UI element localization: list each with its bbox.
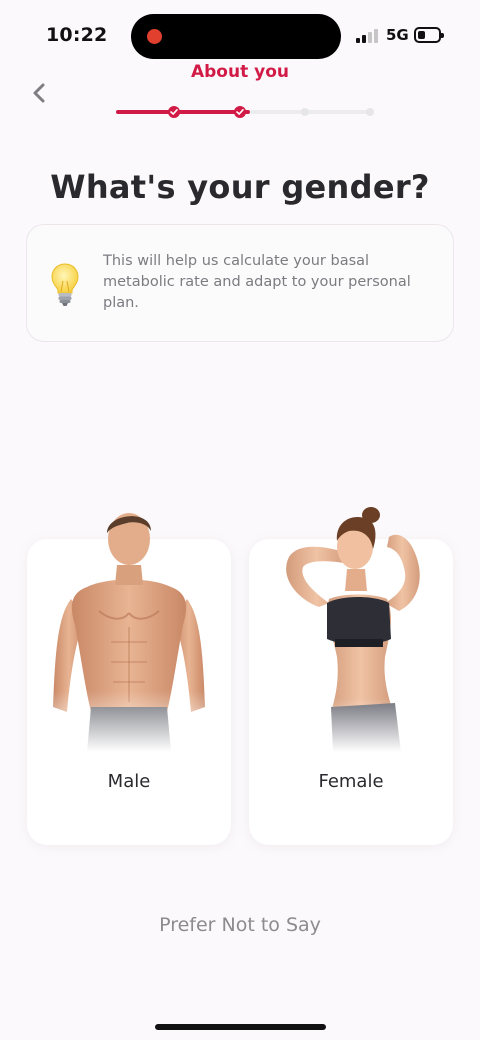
dynamic-island: [131, 14, 341, 59]
prefer-not-to-say-button[interactable]: Prefer Not to Say: [0, 914, 480, 936]
step-4-dot: [366, 108, 374, 116]
gender-screen: 10:22 5G About you What's your gender? T…: [0, 0, 480, 1040]
female-option-card[interactable]: Female: [249, 507, 453, 845]
battery-icon: [414, 27, 444, 43]
network-type: 5G: [386, 26, 409, 44]
info-text: This will help us calculate your basal m…: [103, 253, 411, 311]
male-figure-image: [27, 507, 231, 752]
chevron-left-icon: [33, 83, 45, 103]
info-card: This will help us calculate your basal m…: [26, 224, 454, 342]
male-label: Male: [107, 771, 151, 792]
lightbulb-icon: [51, 263, 79, 306]
female-figure-image: [249, 507, 453, 752]
female-label: Female: [318, 771, 384, 792]
status-time: 10:22: [46, 24, 108, 46]
male-option-card[interactable]: Male: [27, 507, 231, 845]
step-3-dot: [301, 108, 309, 116]
section-title: About you: [190, 62, 289, 82]
recording-indicator-icon: [147, 29, 162, 44]
signal-strength-icon: [356, 29, 380, 43]
step-2-complete-icon: [234, 106, 246, 118]
home-indicator[interactable]: [155, 1024, 326, 1030]
progress-filled: [116, 110, 250, 114]
page-title: What's your gender?: [50, 168, 430, 206]
progress-remaining: [250, 110, 374, 114]
back-button[interactable]: [26, 80, 52, 106]
step-1-complete-icon: [168, 106, 180, 118]
progress-stepper: [114, 104, 376, 120]
